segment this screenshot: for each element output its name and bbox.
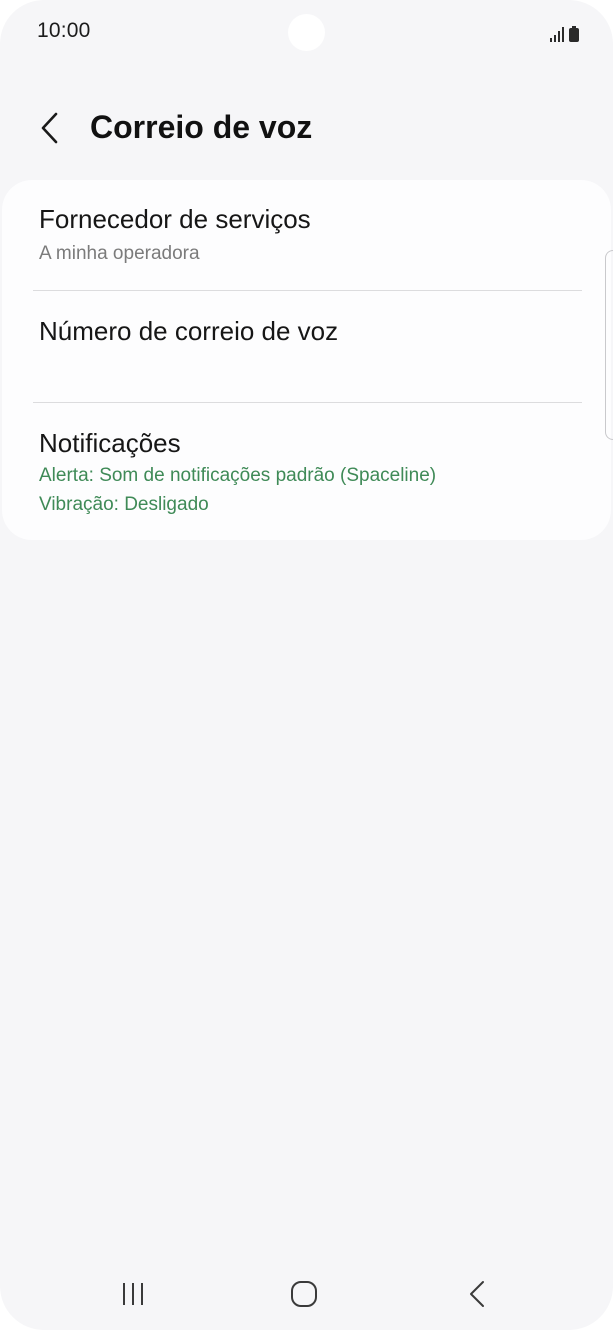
home-icon	[291, 1281, 317, 1307]
phone-screen: 10:00 Correio de voz Fornecedor de servi…	[0, 0, 613, 1330]
app-header: Correio de voz	[0, 96, 613, 162]
chevron-left-icon	[41, 112, 58, 144]
status-bar: 10:00	[0, 0, 613, 64]
list-item-voicemail-number[interactable]: Número de correio de voz	[2, 291, 611, 402]
list-item-notifications[interactable]: Notificações Alerta: Som de notificações…	[2, 403, 611, 540]
settings-card: Fornecedor de serviços A minha operadora…	[2, 180, 611, 540]
status-time: 10:00	[37, 19, 91, 42]
item-subtitle: A minha operadora	[39, 243, 200, 264]
list-item-service-provider[interactable]: Fornecedor de serviços A minha operadora	[2, 180, 611, 290]
back-icon	[470, 1281, 484, 1307]
edge-panel-handle[interactable]	[605, 250, 613, 440]
home-button[interactable]	[274, 1274, 334, 1314]
battery-icon	[569, 26, 579, 42]
item-title: Notificações	[39, 428, 181, 458]
nav-back-button[interactable]	[447, 1274, 507, 1314]
notification-vibration-text: Vibração: Desligado	[39, 494, 209, 515]
item-title: Número de correio de voz	[39, 316, 339, 346]
page-title: Correio de voz	[90, 109, 313, 145]
recent-apps-icon	[123, 1283, 143, 1305]
navigation-bar	[0, 1262, 613, 1326]
front-camera	[288, 14, 325, 51]
status-icons	[550, 22, 579, 42]
item-title: Fornecedor de serviços	[39, 204, 311, 234]
notification-alert-text: Alerta: Som de notificações padrão (Spac…	[39, 465, 437, 486]
back-button[interactable]	[30, 108, 70, 148]
recent-apps-button[interactable]	[103, 1274, 163, 1314]
signal-icon	[550, 26, 564, 42]
